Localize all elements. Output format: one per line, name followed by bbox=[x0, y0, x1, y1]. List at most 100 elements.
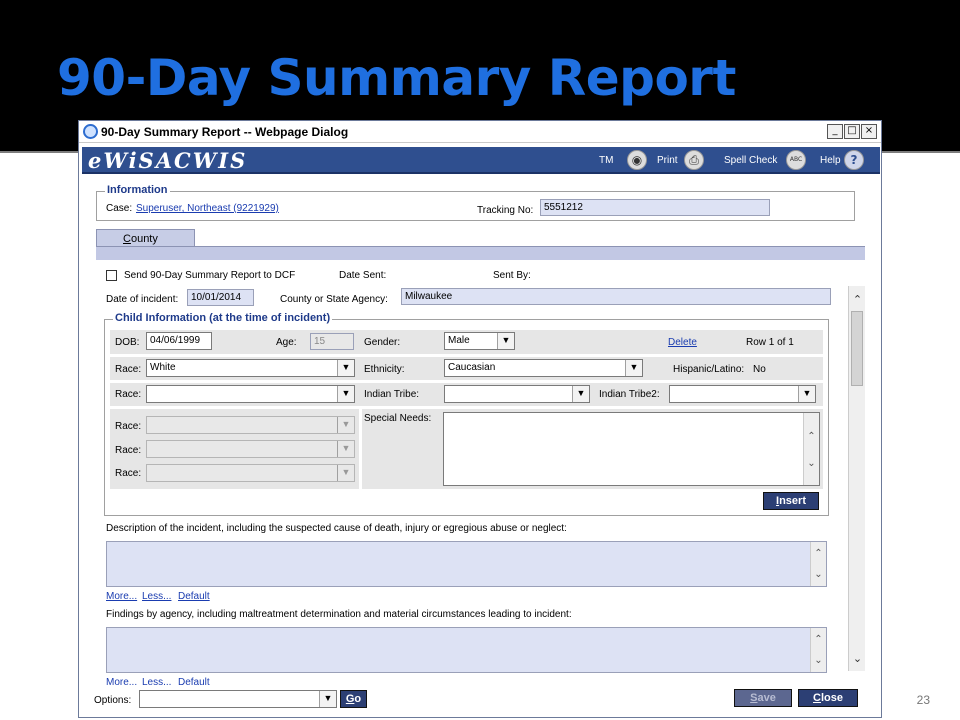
close-mnemonic: C bbox=[813, 692, 821, 704]
chevron-down-icon[interactable]: ▼ bbox=[337, 386, 354, 402]
race-label: Race: bbox=[115, 364, 142, 375]
spellcheck-icon[interactable]: ABC bbox=[786, 150, 806, 170]
description-scrollbar[interactable]: ⌃ ⌄ bbox=[810, 542, 826, 586]
date-incident-field[interactable]: 10/01/2014 bbox=[187, 289, 254, 306]
chevron-down-icon[interactable]: ▼ bbox=[319, 691, 336, 707]
help-icon[interactable]: ? bbox=[844, 150, 864, 170]
chevron-down-icon[interactable]: ▼ bbox=[337, 360, 354, 376]
race-label-3: Race: bbox=[115, 421, 142, 432]
insert-label: nsert bbox=[779, 495, 806, 507]
indian-tribe-select[interactable]: ▼ bbox=[444, 385, 590, 403]
findings-textarea[interactable]: ⌃ ⌄ bbox=[106, 627, 827, 673]
race-select-3: ▼ bbox=[146, 416, 355, 434]
indian-tribe-label: Indian Tribe: bbox=[364, 389, 420, 400]
scroll-down-icon[interactable]: ⌄ bbox=[852, 652, 863, 665]
race-value: White bbox=[150, 362, 176, 373]
chevron-down-icon[interactable]: ▼ bbox=[572, 386, 589, 402]
description-default-link[interactable]: Default bbox=[178, 591, 210, 602]
scroll-thumb[interactable] bbox=[851, 311, 863, 386]
close-button[interactable]: Close bbox=[798, 689, 858, 707]
save-button: Save bbox=[734, 689, 792, 707]
print-link[interactable]: Print bbox=[657, 155, 678, 166]
agency-field[interactable]: Milwaukee bbox=[401, 288, 831, 305]
app-header: eWiSACWIS TM ◉ Print ⎙ Spell Check ABC H… bbox=[82, 147, 880, 174]
date-incident-label: Date of incident: bbox=[106, 294, 179, 305]
dob-input[interactable]: 04/06/1999 bbox=[146, 332, 212, 350]
findings-label: Findings by agency, including maltreatme… bbox=[106, 609, 572, 620]
tm-link[interactable]: TM bbox=[599, 155, 613, 166]
tab-county-mnemonic: C bbox=[123, 233, 131, 245]
age-field: 15 bbox=[310, 333, 354, 350]
browser-icon bbox=[83, 124, 98, 139]
tracking-number-field[interactable]: 5551212 bbox=[540, 199, 770, 216]
indian-tribe2-select[interactable]: ▼ bbox=[669, 385, 816, 403]
send-report-checkbox[interactable] bbox=[106, 270, 117, 281]
special-needs-scrollbar[interactable]: ⌃ ⌄ bbox=[803, 413, 819, 485]
race-select-4: ▼ bbox=[146, 440, 355, 458]
scroll-down-icon[interactable]: ⌄ bbox=[806, 458, 817, 469]
race-select-2[interactable]: ▼ bbox=[146, 385, 355, 403]
scroll-up-icon[interactable]: ⌃ bbox=[852, 293, 863, 306]
tab-strip bbox=[96, 246, 865, 260]
row-counter: Row 1 of 1 bbox=[746, 337, 794, 348]
options-select[interactable]: ▼ bbox=[139, 690, 337, 708]
slide-title: 90-Day Summary Report bbox=[57, 49, 736, 107]
chevron-down-icon: ▼ bbox=[337, 441, 354, 457]
minimize-button[interactable]: _ bbox=[827, 124, 843, 139]
hispanic-value: No bbox=[753, 364, 766, 375]
tab-county[interactable]: County bbox=[96, 229, 195, 247]
go-button[interactable]: Go bbox=[340, 690, 367, 708]
date-sent-label: Date Sent: bbox=[339, 270, 387, 281]
hispanic-label: Hispanic/Latino: bbox=[673, 364, 745, 375]
scroll-up-icon[interactable]: ⌃ bbox=[806, 431, 817, 442]
dialog-window: 90-Day Summary Report -- Webpage Dialog … bbox=[78, 120, 882, 718]
chevron-down-icon: ▼ bbox=[337, 465, 354, 481]
findings-less-link[interactable]: Less... bbox=[142, 677, 171, 686]
chevron-down-icon: ▼ bbox=[337, 417, 354, 433]
findings-scrollbar[interactable]: ⌃ ⌄ bbox=[810, 628, 826, 672]
case-label: Case: bbox=[106, 203, 133, 214]
scroll-up-icon[interactable]: ⌃ bbox=[813, 548, 824, 559]
ethnicity-select[interactable]: Caucasian ▼ bbox=[444, 359, 643, 377]
findings-more-link[interactable]: More... bbox=[106, 677, 137, 686]
sent-by-label: Sent By: bbox=[493, 270, 531, 281]
gender-label: Gender: bbox=[364, 337, 401, 348]
race-select[interactable]: White ▼ bbox=[146, 359, 355, 377]
findings-links: More... Less... Default bbox=[106, 676, 306, 686]
findings-default-link[interactable]: Default bbox=[178, 677, 210, 686]
age-label: Age: bbox=[276, 337, 297, 348]
dialog-titlebar[interactable]: 90-Day Summary Report -- Webpage Dialog … bbox=[79, 121, 881, 143]
special-needs-textarea[interactable]: ⌃ ⌄ bbox=[443, 412, 820, 486]
globe-icon[interactable]: ◉ bbox=[627, 150, 647, 170]
spell-check-link[interactable]: Spell Check bbox=[724, 155, 777, 166]
close-label: lose bbox=[820, 692, 843, 704]
case-link[interactable]: Superuser, Northeast (9221929) bbox=[136, 203, 279, 214]
chevron-down-icon[interactable]: ▼ bbox=[625, 360, 642, 376]
description-more-link[interactable]: More... bbox=[106, 591, 137, 602]
chevron-down-icon[interactable]: ▼ bbox=[798, 386, 815, 402]
ethnicity-label: Ethnicity: bbox=[364, 364, 405, 375]
app-logo: eWiSACWIS bbox=[88, 148, 248, 173]
scroll-down-icon[interactable]: ⌄ bbox=[813, 569, 824, 580]
dialog-title: 90-Day Summary Report -- Webpage Dialog bbox=[101, 125, 349, 139]
printer-icon[interactable]: ⎙ bbox=[684, 150, 704, 170]
delete-link[interactable]: Delete bbox=[668, 337, 697, 348]
slide-page-number: 23 bbox=[916, 693, 930, 707]
options-label: Options: bbox=[94, 695, 132, 706]
page-scrollbar[interactable]: ⌃ ⌄ bbox=[848, 286, 865, 671]
close-window-button[interactable]: × bbox=[861, 124, 877, 139]
gender-select[interactable]: Male ▼ bbox=[444, 332, 515, 350]
description-less-link[interactable]: Less... bbox=[142, 591, 171, 602]
maximize-button[interactable]: □ bbox=[844, 124, 860, 139]
ethnicity-value: Caucasian bbox=[448, 362, 496, 373]
special-needs-label: Special Needs: bbox=[364, 413, 432, 424]
race-label-2: Race: bbox=[115, 389, 142, 400]
agency-label: County or State Agency: bbox=[280, 294, 388, 305]
scroll-down-icon[interactable]: ⌄ bbox=[813, 655, 824, 666]
description-textarea[interactable]: ⌃ ⌄ bbox=[106, 541, 827, 587]
chevron-down-icon[interactable]: ▼ bbox=[497, 333, 514, 349]
scroll-up-icon[interactable]: ⌃ bbox=[813, 634, 824, 645]
race-label-5: Race: bbox=[115, 468, 142, 479]
help-link[interactable]: Help bbox=[820, 155, 841, 166]
insert-button[interactable]: Insert bbox=[763, 492, 819, 510]
